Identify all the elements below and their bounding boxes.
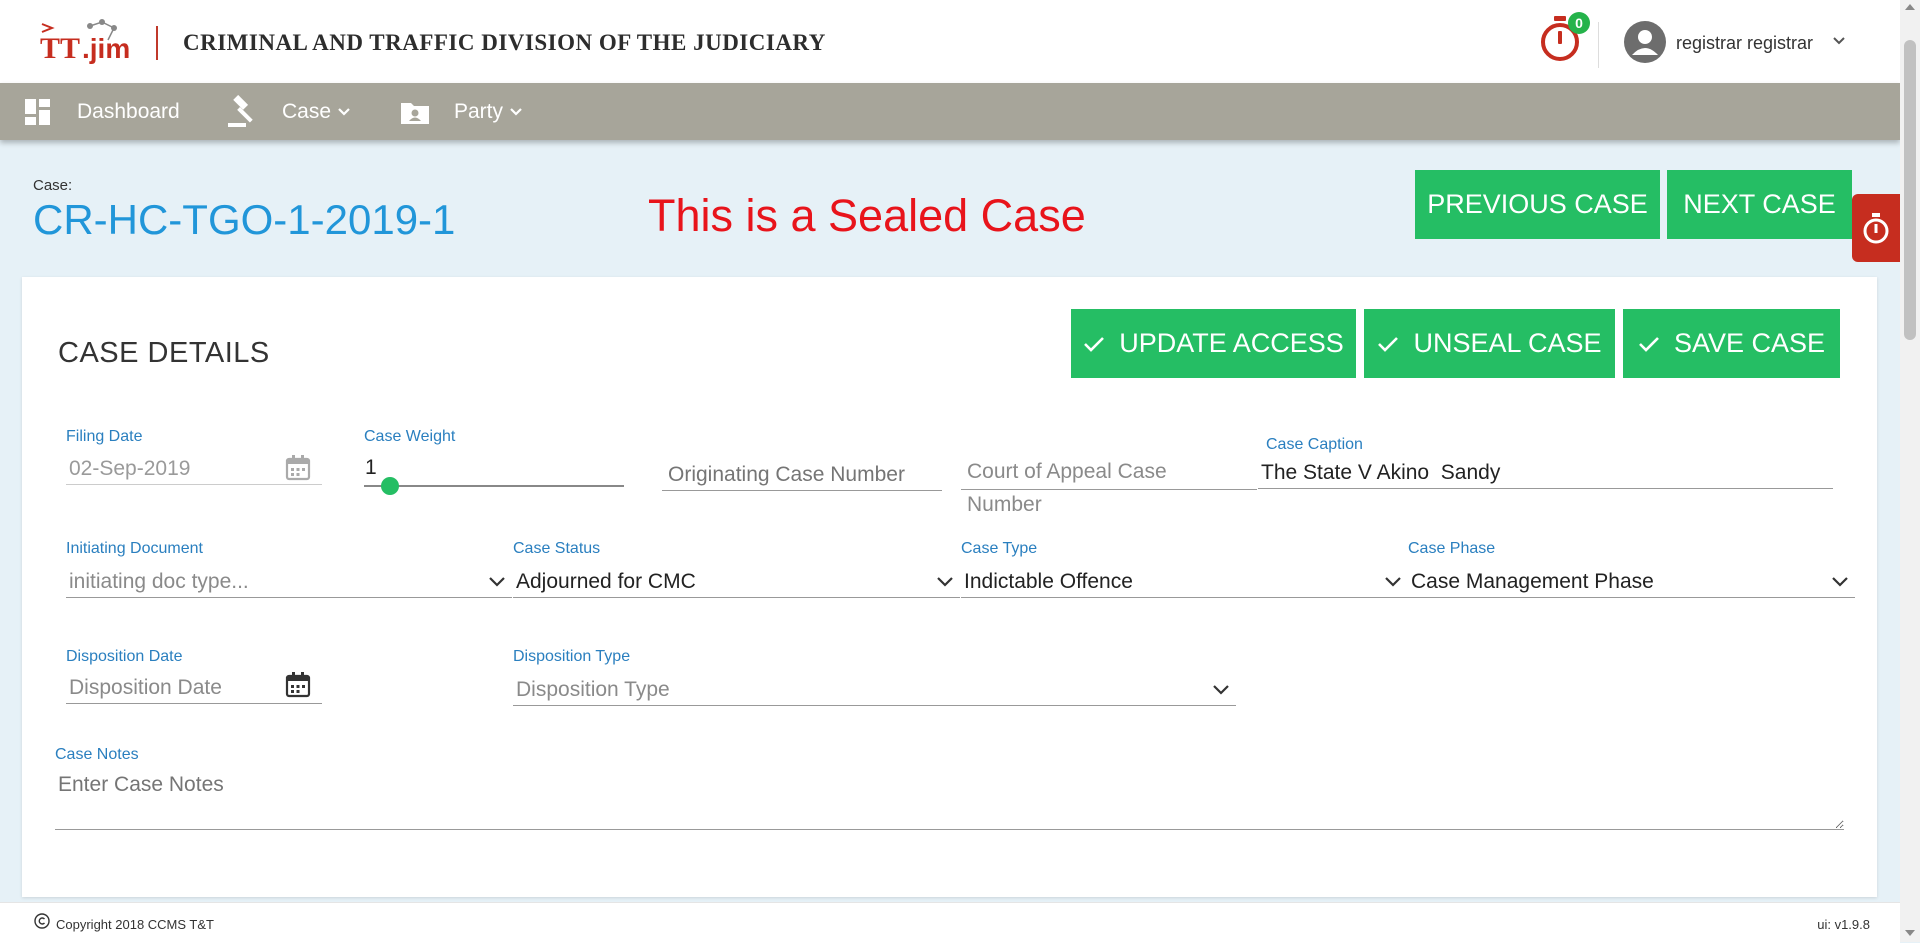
initiating-document-value: initiating doc type... (69, 570, 249, 593)
stopwatch-icon (1863, 213, 1889, 244)
card-title: CASE DETAILS (58, 337, 270, 369)
check-icon (1084, 336, 1105, 352)
nav-dashboard[interactable]: Dashboard (24, 83, 180, 140)
save-case-button[interactable]: SAVE CASE (1623, 309, 1840, 378)
case-weight-slider-knob[interactable] (381, 477, 399, 495)
case-label: Case: (33, 177, 73, 194)
user-avatar-icon[interactable] (1624, 21, 1666, 63)
scroll-down-arrow-icon[interactable] (1905, 930, 1915, 936)
update-access-label: UPDATE ACCESS (1119, 328, 1344, 358)
check-icon (1639, 336, 1659, 352)
case-phase-label: Case Phase (1408, 540, 1496, 557)
logo-divider (156, 26, 158, 60)
side-timer-tab[interactable] (1852, 194, 1900, 262)
chevron-down-icon (338, 107, 350, 116)
next-case-button[interactable]: NEXT CASE (1667, 170, 1852, 239)
sealed-case-notice: This is a Sealed Case (648, 190, 1086, 241)
svg-text:.jim: .jim (82, 33, 130, 64)
court-of-appeal-placeholder-line2: Number (967, 493, 1042, 516)
tt-jim-logo[interactable]: TT .jim (38, 18, 130, 64)
case-type-select[interactable]: Indictable Offence (961, 567, 1408, 598)
originating-case-number-input[interactable] (662, 460, 942, 491)
case-weight-value: 1 (365, 456, 377, 479)
court-of-appeal-case-number-input[interactable]: Court of Appeal Case Number (961, 460, 1257, 516)
update-access-button[interactable]: UPDATE ACCESS (1071, 309, 1356, 378)
case-number: CR-HC-TGO-1-2019-1 (33, 196, 456, 243)
filing-date-underline (66, 484, 322, 485)
page-scrollbar[interactable] (1900, 0, 1920, 942)
timer-button[interactable]: 0 (1538, 12, 1590, 64)
chevron-down-icon (1385, 577, 1401, 587)
svg-text:TT: TT (40, 32, 80, 64)
case-type-value: Indictable Offence (964, 570, 1133, 593)
unseal-case-button[interactable]: UNSEAL CASE (1364, 309, 1615, 378)
case-phase-value: Case Management Phase (1411, 570, 1654, 593)
disposition-type-value: Disposition Type (516, 678, 670, 701)
nav-party-label: Party (454, 99, 504, 123)
calendar-icon (285, 455, 311, 481)
chevron-down-icon (1213, 685, 1229, 695)
initiating-document-label: Initiating Document (66, 540, 203, 557)
main-nav: Dashboard Case Party (0, 83, 1900, 140)
nav-case-label: Case (282, 99, 332, 123)
disposition-date-label: Disposition Date (66, 648, 183, 665)
chevron-down-icon (937, 577, 953, 587)
nav-case[interactable]: Case (226, 83, 351, 140)
disposition-date-input[interactable]: Disposition Date (69, 676, 222, 700)
case-weight-label: Case Weight (364, 428, 456, 445)
case-notes-label: Case Notes (55, 746, 139, 763)
unseal-case-label: UNSEAL CASE (1413, 328, 1602, 358)
header-divider (1598, 22, 1599, 68)
case-notes-textarea[interactable] (55, 769, 1844, 830)
dashboard-icon (25, 98, 50, 125)
org-title: CRIMINAL AND TRAFFIC DIVISION OF THE JUD… (183, 30, 826, 55)
case-type-label: Case Type (961, 540, 1038, 557)
chevron-down-icon[interactable] (1832, 34, 1846, 48)
contact-folder-icon (401, 102, 429, 124)
gavel-icon (228, 94, 253, 127)
filing-date-field: 02-Sep-2019 (69, 457, 191, 480)
save-case-label: SAVE CASE (1673, 328, 1826, 358)
previous-case-button[interactable]: PREVIOUS CASE (1415, 170, 1660, 239)
scroll-thumb[interactable] (1904, 40, 1916, 340)
case-status-label: Case Status (513, 540, 601, 557)
chevron-down-icon (489, 577, 505, 587)
calendar-icon[interactable] (284, 671, 312, 699)
disposition-type-select[interactable]: Disposition Type (513, 675, 1236, 706)
case-caption-label: Case Caption (1266, 436, 1363, 453)
page-footer: Copyright 2018 CCMS T&T ui: v1.9.8 (0, 902, 1900, 943)
nav-dashboard-label: Dashboard (77, 99, 180, 123)
case-status-select[interactable]: Adjourned for CMC (513, 567, 960, 598)
scroll-up-arrow-icon[interactable] (1905, 4, 1915, 10)
ui-version: ui: v1.9.8 (1817, 917, 1870, 932)
disposition-type-label: Disposition Type (513, 648, 631, 665)
chevron-down-icon (510, 107, 522, 116)
case-weight-slider[interactable] (364, 477, 624, 495)
timer-count-badge: 0 (1568, 12, 1590, 34)
check-icon (1378, 336, 1399, 352)
filing-date-label: Filing Date (66, 428, 143, 445)
chevron-down-icon (1832, 577, 1848, 587)
top-header: TT .jim CRIMINAL AND TRAFFIC DIVISION OF… (0, 0, 1900, 83)
case-details-card: CASE DETAILS UPDATE ACCESS UNSEAL CASE S… (22, 277, 1877, 897)
case-phase-select[interactable]: Case Management Phase (1408, 567, 1855, 598)
nav-party[interactable]: Party (400, 83, 523, 140)
copyright-text: Copyright 2018 CCMS T&T (56, 917, 214, 932)
case-caption-input[interactable]: The State V Akino Sandy (1261, 461, 1500, 485)
user-name[interactable]: registrar registrar (1676, 33, 1813, 54)
case-status-value: Adjourned for CMC (516, 570, 696, 593)
initiating-document-select[interactable]: initiating doc type... (66, 567, 512, 598)
court-of-appeal-placeholder-line1: Court of Appeal Case (967, 460, 1167, 483)
copyright-icon (34, 913, 50, 929)
disposition-date-underline (66, 703, 322, 704)
case-caption-underline (1258, 488, 1833, 489)
